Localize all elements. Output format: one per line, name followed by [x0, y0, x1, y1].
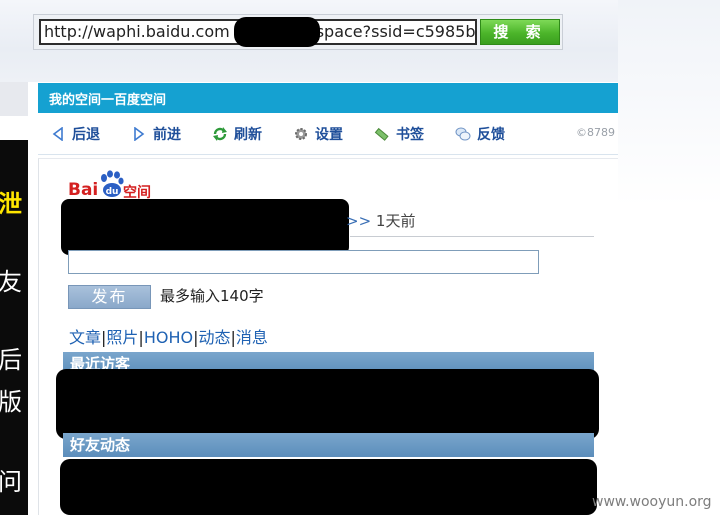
side-text: 问 — [0, 468, 22, 496]
back-arrow-icon — [50, 126, 66, 142]
forward-button[interactable]: 前进 — [131, 124, 181, 144]
friends-activity-header: 好友动态 — [63, 433, 594, 457]
hint-suffix: 字 — [248, 287, 264, 305]
redacted-status-text — [61, 199, 349, 255]
url-text: http://waphi.baidu.com — [44, 22, 230, 41]
page-title-bar: 我的空间一百度空间 — [38, 83, 618, 113]
bookmark-label: 书签 — [396, 127, 424, 143]
post-input[interactable] — [68, 250, 539, 274]
page-title: 我的空间一百度空间 — [49, 93, 167, 108]
link-activity[interactable]: 动态 — [198, 328, 230, 347]
link-articles[interactable]: 文章 — [69, 328, 101, 347]
char-limit-hint: 最多输入140字 — [160, 285, 264, 306]
publish-button[interactable]: 发布 — [68, 285, 151, 309]
link-photos[interactable]: 照片 — [106, 328, 138, 347]
bookmark-icon — [374, 126, 390, 142]
baidu-paw-icon: du — [101, 170, 124, 197]
logo-du-text: du — [106, 187, 119, 197]
status-timestamp: >> 1天前 — [346, 210, 415, 231]
feedback-bubble-icon — [455, 126, 471, 142]
settings-label: 设置 — [315, 127, 343, 143]
redacted-friends-list — [60, 459, 597, 515]
settings-button[interactable]: 设置 — [293, 124, 343, 144]
left-panel-header — [0, 82, 28, 116]
logo-bai-text: Bai — [68, 180, 99, 200]
side-text: 后 — [0, 346, 22, 374]
friends-activity-title: 好友动态 — [70, 436, 131, 454]
url-suffix-text: space?ssid=c5985b7 — [315, 22, 477, 41]
refresh-icon — [212, 126, 228, 142]
refresh-button[interactable]: 刷新 — [212, 124, 262, 144]
feedback-button[interactable]: 反馈 — [455, 124, 505, 144]
side-text: 泄 — [0, 190, 22, 218]
search-button[interactable]: 搜 索 — [480, 19, 560, 45]
hint-prefix: 最多输入 — [160, 287, 221, 305]
watermark: www.wooyun.org — [592, 494, 712, 510]
right-background — [618, 0, 720, 515]
forward-label: 前进 — [153, 127, 181, 143]
redacted-visitors-list — [56, 369, 599, 439]
bookmark-button[interactable]: 书签 — [374, 124, 424, 144]
forward-arrow-icon — [131, 126, 147, 142]
left-dark-panel: 泄 友 后 版 问 — [0, 140, 28, 515]
gear-icon — [293, 126, 309, 142]
side-text: 友 — [0, 268, 22, 296]
hint-count: 140 — [220, 287, 249, 305]
link-messages[interactable]: 消息 — [236, 328, 268, 347]
status-arrow: >> — [346, 212, 372, 230]
visit-counter: ©8789 — [576, 126, 615, 139]
back-button[interactable]: 后退 — [50, 124, 100, 144]
refresh-label: 刷新 — [234, 127, 262, 143]
status-time-text: 1天前 — [375, 212, 416, 230]
side-text: 版 — [0, 388, 22, 416]
divider — [350, 236, 594, 237]
baidu-space-logo[interactable]: Bai du 空间 — [68, 170, 158, 202]
redacted-url-segment — [234, 17, 320, 47]
back-label: 后退 — [72, 127, 100, 143]
content-links: 文章|照片|HOHO|动态|消息 — [69, 324, 268, 348]
link-hoho[interactable]: HOHO — [144, 328, 193, 347]
feedback-label: 反馈 — [477, 127, 505, 143]
address-bar: http://waphi.baidu.com space?ssid=c5985b7… — [33, 14, 563, 50]
nav-toolbar: 后退 前进 刷新 设置 书签 反馈 ©8789 — [38, 113, 618, 155]
